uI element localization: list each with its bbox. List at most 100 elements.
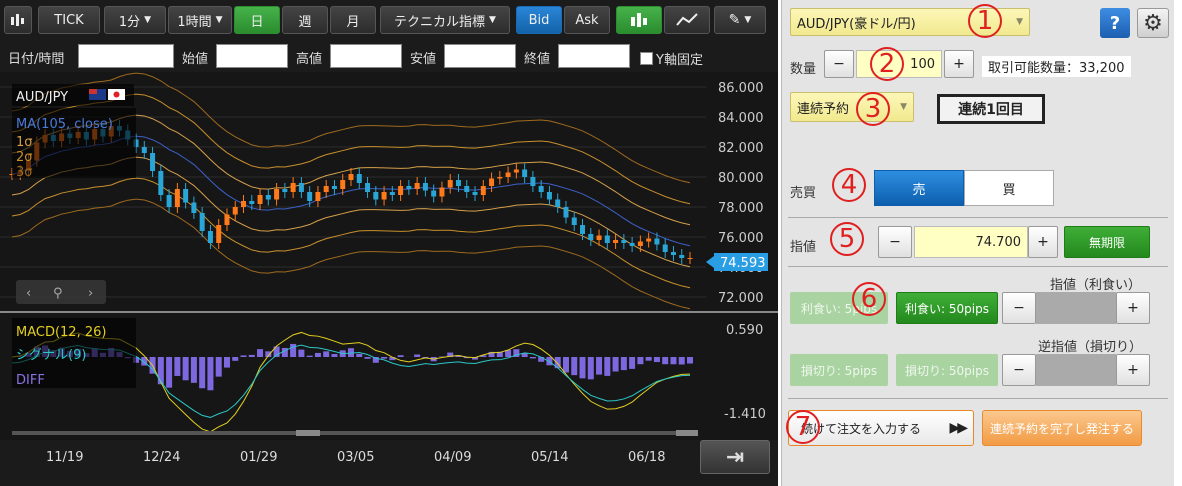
qty-plus-button[interactable]: + <box>944 50 974 78</box>
draw-tool-select[interactable]: ✎ ▼ <box>714 6 766 34</box>
tp-plus-button[interactable]: + <box>1116 292 1150 324</box>
candle-body <box>249 201 255 204</box>
gear-icon: ⚙ <box>1143 10 1163 36</box>
candle-body <box>580 225 586 234</box>
macd-bar <box>414 354 421 357</box>
x-tick-label: 03/05 <box>337 450 375 465</box>
price-input[interactable]: 74.700 <box>914 226 1028 258</box>
caret-down-icon: ▼ <box>144 15 152 25</box>
price-chart[interactable]: 86.00084.00082.00080.00078.00076.00074.0… <box>0 72 778 440</box>
technical-select[interactable]: テクニカル指標 ▼ <box>380 6 510 34</box>
macd-bar <box>562 357 569 373</box>
marker-5: 5 <box>830 222 864 256</box>
tp-input[interactable] <box>1036 292 1116 324</box>
week-button[interactable]: 週 <box>282 6 328 34</box>
candle-body <box>373 192 379 200</box>
chart-scrollbar[interactable] <box>12 431 698 435</box>
interval-hour-select[interactable]: 1時間 ▼ <box>168 6 232 34</box>
marker-2: 2 <box>870 47 904 81</box>
bid-button[interactable]: Bid <box>516 6 562 34</box>
macd-bar <box>579 357 586 379</box>
macd-bar <box>678 357 685 365</box>
unlimited-button[interactable]: 無期限 <box>1064 226 1150 258</box>
finish-order-button[interactable]: 連続予約を完了し発注する <box>982 410 1142 446</box>
candle-body <box>621 240 627 243</box>
candle-body <box>158 171 164 195</box>
macd-bar <box>331 353 338 357</box>
ohlc-row: 日付/時間 始値 高値 安値 終値 Y軸固定 <box>0 40 778 72</box>
close-label: 終値 <box>524 52 551 67</box>
x-tick-label: 04/09 <box>434 450 472 465</box>
settings-button[interactable]: ⚙ <box>1137 8 1169 38</box>
yaxis-fix-checkbox[interactable]: Y軸固定 <box>640 49 703 68</box>
high-field <box>330 44 402 68</box>
qty-minus-button[interactable]: − <box>824 50 854 78</box>
month-button[interactable]: 月 <box>330 6 376 34</box>
ask-button[interactable]: Ask <box>564 6 610 34</box>
help-button[interactable]: ? <box>1100 8 1130 38</box>
checkbox-icon <box>640 52 653 65</box>
symbol-label: AUD/JPY(豪ドル/円) <box>797 16 916 32</box>
ma-legend: MA(105, close) <box>16 117 113 132</box>
candle-body <box>571 217 577 225</box>
macd-bar <box>248 354 255 357</box>
candle-body <box>207 231 213 243</box>
marker-1: 1 <box>968 4 1002 38</box>
candle-body <box>662 244 668 252</box>
x-axis: 11/19 12/24 01/29 03/05 04/09 05/14 06/18 <box>0 440 778 486</box>
caret-down-icon: ▼ <box>215 15 223 25</box>
interval-minute-select[interactable]: 1分 ▼ <box>104 6 166 34</box>
candle-body <box>522 169 528 177</box>
pair-legend: AUD/JPY <box>16 90 68 105</box>
candle-body <box>282 189 288 192</box>
price-plus-button[interactable]: + <box>1028 226 1058 258</box>
scroll-right-icon[interactable]: › <box>88 286 93 301</box>
candle-body <box>141 147 147 153</box>
tp-50pips-button[interactable]: 利食い: 50pips <box>896 292 998 324</box>
price-minus-button[interactable]: − <box>878 226 912 258</box>
scroll-left-icon[interactable]: ‹ <box>26 286 31 301</box>
scroll-thumb[interactable] <box>296 430 320 436</box>
macd-bar <box>174 357 181 376</box>
macd-max-label: 0.590 <box>726 323 763 338</box>
candle-body <box>150 153 156 171</box>
sell-button[interactable]: 売 <box>874 170 964 206</box>
sl-input[interactable] <box>1036 354 1116 386</box>
buy-button[interactable]: 買 <box>964 170 1054 206</box>
candle-body <box>232 207 238 215</box>
marker-3: 3 <box>856 92 890 126</box>
candle-body <box>472 192 478 195</box>
candle-body <box>348 174 354 180</box>
candle-body <box>546 192 552 200</box>
sigma3-legend: 3σ <box>16 165 33 180</box>
jump-to-end-button[interactable]: ⇥ <box>700 440 770 474</box>
line-chart-button[interactable] <box>664 6 710 34</box>
candle-body <box>505 172 511 177</box>
macd-bar <box>687 357 693 364</box>
sl-5pips-button[interactable]: 損切り: 5pips <box>790 354 888 386</box>
macd-bar <box>670 357 677 365</box>
price-tick-label: 86.000 <box>718 81 764 96</box>
price-tick-label: 84.000 <box>718 111 764 126</box>
macd-min-label: -1.410 <box>724 407 766 422</box>
zoom-icon[interactable]: ⚲ <box>53 286 63 301</box>
macd-bar <box>215 357 222 377</box>
sl-plus-button[interactable]: + <box>1116 354 1150 386</box>
candle-body <box>257 195 263 204</box>
tick-button[interactable]: TICK <box>38 6 100 34</box>
candle-body <box>340 180 346 189</box>
scroll-thumb-end[interactable] <box>676 430 698 436</box>
caret-down-icon: ▼ <box>1016 17 1023 27</box>
candle-body <box>298 183 304 192</box>
candle-chart-button[interactable] <box>616 6 662 34</box>
tp-minus-button[interactable]: − <box>1002 292 1036 324</box>
day-button[interactable]: 日 <box>234 6 280 34</box>
technical-label: テクニカル指標 <box>394 14 486 30</box>
candle-body <box>687 258 693 259</box>
order-type-select[interactable]: 連続予約 ▼ <box>790 92 914 122</box>
sl-minus-button[interactable]: − <box>1002 354 1036 386</box>
side-label: 売買 <box>790 186 817 201</box>
open-field <box>216 44 288 68</box>
sl-50pips-button[interactable]: 損切り: 50pips <box>896 354 998 386</box>
chart-type-icon[interactable] <box>4 6 32 34</box>
